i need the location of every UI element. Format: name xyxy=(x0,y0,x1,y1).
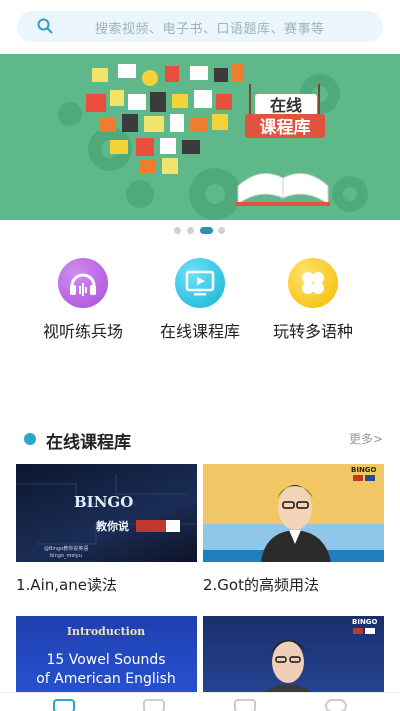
carousel-dots xyxy=(0,227,400,235)
carousel-dot[interactable] xyxy=(187,227,194,234)
search-bar-area: 搜索视频、电子书、口语题库、赛事等 xyxy=(0,0,400,54)
feature-label: 玩转多语种 xyxy=(272,322,353,341)
carousel-dot[interactable] xyxy=(218,227,225,234)
promo-banner[interactable]: 在线 课程库 xyxy=(0,54,400,220)
banner-title-line1: 在线 xyxy=(270,96,302,115)
course-title: 2.Got的高频用法 xyxy=(203,576,319,594)
search-placeholder: 搜索视频、电子书、口语题库、赛事等 xyxy=(95,22,325,37)
course-thumbnail: BINGO 教你说 @Bingo教你说英语 bingo_meiyu xyxy=(16,464,197,562)
feature-label: 视听练兵场 xyxy=(42,322,123,341)
thumb-brand: BINGO xyxy=(351,466,377,474)
bottom-nav xyxy=(0,692,400,711)
carousel-dot-active[interactable] xyxy=(200,227,213,234)
banner-title-line2: 课程库 xyxy=(260,117,311,138)
monitor-play-icon xyxy=(175,258,225,308)
thumb-handle: @Bingo教你说英语 xyxy=(44,545,88,552)
search-icon xyxy=(37,18,53,34)
section-marker xyxy=(24,433,36,445)
home-tab-icon[interactable] xyxy=(53,699,75,711)
feature-multilingual[interactable]: 玩转多语种 xyxy=(258,258,368,348)
feature-label: 在线课程库 xyxy=(159,322,240,341)
thumb-brand: BINGO xyxy=(74,493,133,511)
crown-tab-icon[interactable] xyxy=(234,699,256,711)
thumb-line1: 15 Vowel Sounds xyxy=(46,652,165,668)
thumb-heading: Introduction xyxy=(67,625,145,638)
feature-listening-practice[interactable]: 视听练兵场 xyxy=(28,258,138,348)
more-link[interactable]: 更多> xyxy=(349,430,383,447)
library-tab-icon[interactable] xyxy=(143,699,165,711)
thumb-brand: BINGO xyxy=(352,618,378,626)
headphones-icon xyxy=(58,258,108,308)
thumb-line2: of American English xyxy=(36,671,176,687)
feature-online-courses[interactable]: 在线课程库 xyxy=(145,258,255,348)
banner-illustration: 在线 课程库 xyxy=(0,54,400,220)
thumb-handle2: bingo_meiyu xyxy=(50,553,82,559)
course-thumbnail: BINGO xyxy=(203,464,384,562)
search-input[interactable]: 搜索视频、电子书、口语题库、赛事等 xyxy=(17,11,383,42)
course-title: 1.Ain,ane读法 xyxy=(16,576,117,594)
thumb-subtitle: 教你说 xyxy=(95,519,129,533)
clover-icon xyxy=(288,258,338,308)
section-title: 在线课程库 xyxy=(46,433,131,453)
profile-tab-icon[interactable] xyxy=(325,699,347,711)
carousel-dot[interactable] xyxy=(174,227,181,234)
